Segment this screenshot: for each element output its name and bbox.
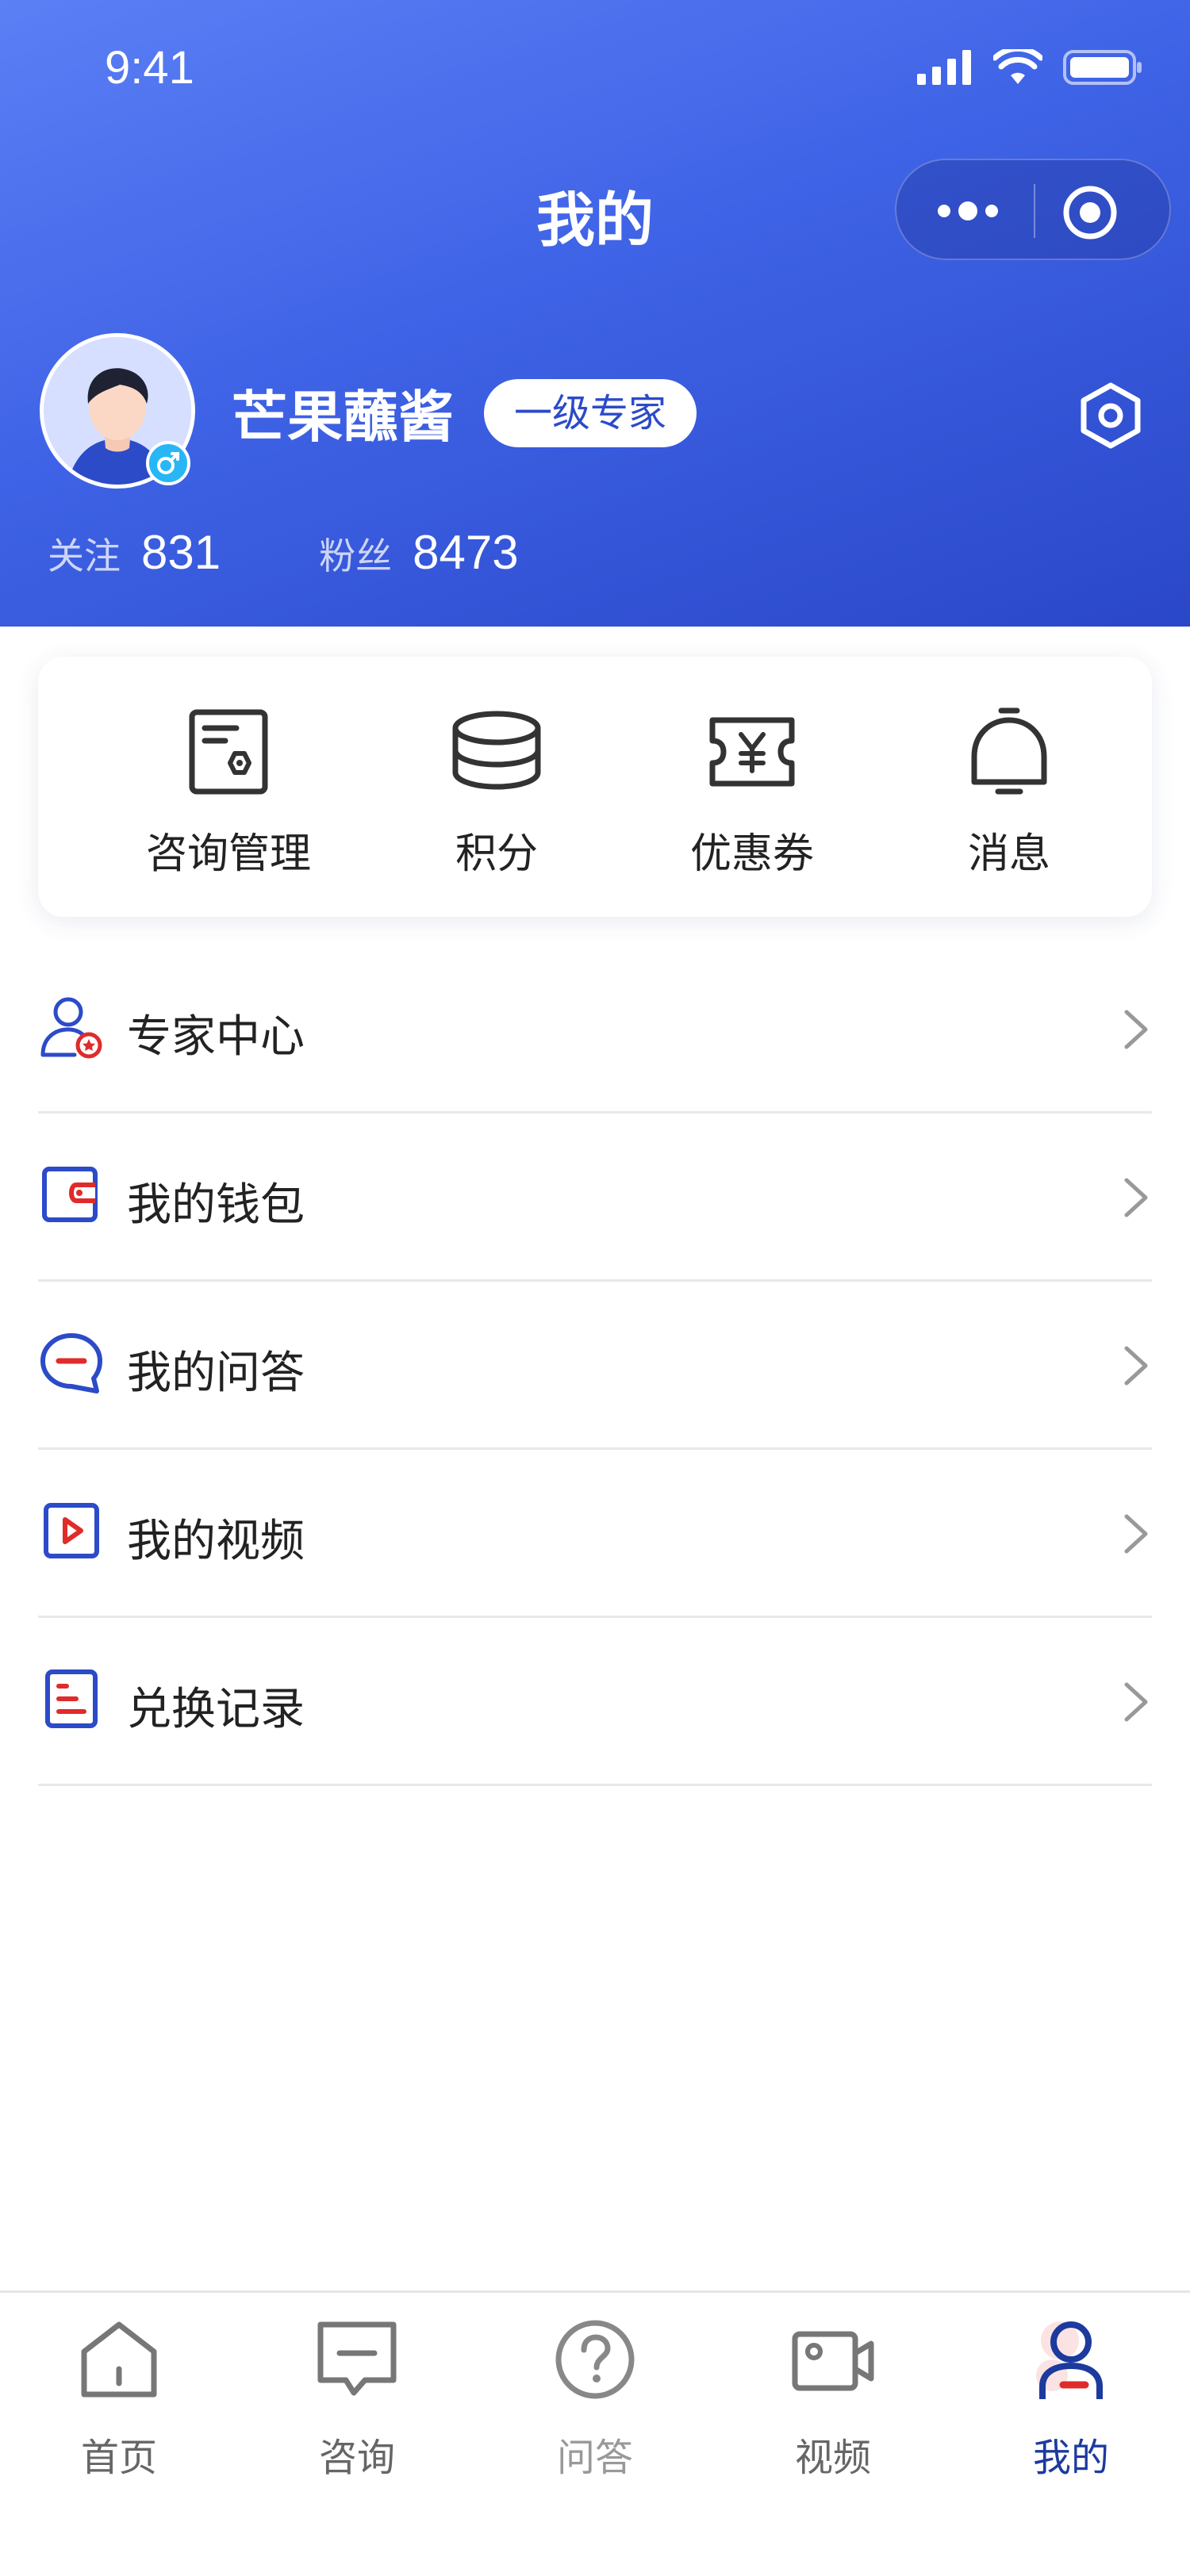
- wifi-icon: [993, 49, 1042, 84]
- followers-label[interactable]: 粉丝: [319, 527, 392, 580]
- menu-item-label: 我的视频: [127, 1516, 305, 1567]
- settings-hexagon-icon[interactable]: [1076, 381, 1146, 450]
- male-gender-icon: [146, 441, 190, 485]
- followers-count[interactable]: 8473: [413, 525, 518, 580]
- menu-item-my-qa[interactable]: 我的问答: [38, 1282, 1152, 1450]
- video-play-icon: [44, 1503, 99, 1558]
- bell-icon: [971, 707, 1047, 795]
- menu-item-exchange-records[interactable]: 兑换记录: [38, 1618, 1152, 1786]
- tab-label: 首页: [80, 2436, 157, 2480]
- quick-action-label: 消息: [967, 830, 1050, 878]
- record-list-icon: [45, 1669, 98, 1728]
- status-icons: [917, 49, 1142, 86]
- wallet-icon: [42, 1167, 98, 1222]
- question-icon: [555, 2320, 635, 2399]
- coupon-icon: [709, 717, 795, 787]
- chevron-right-icon: [1124, 1178, 1148, 1217]
- menu-item-my-videos[interactable]: 我的视频: [38, 1450, 1152, 1618]
- chevron-right-icon: [1124, 1682, 1148, 1722]
- chevron-right-icon: [1124, 1010, 1148, 1049]
- profile-header: 9:41 我的 芒果蘸酱 一级专家 关注 831 粉丝 8473: [0, 0, 1190, 627]
- tab-label: 问答: [556, 2436, 633, 2480]
- tab-home[interactable]: 首页: [0, 2293, 238, 2531]
- quick-actions-card: 咨询管理 积分 优惠券 消息: [38, 657, 1152, 917]
- tab-label: 咨询: [318, 2436, 395, 2480]
- following-label[interactable]: 关注: [48, 527, 121, 580]
- home-icon: [81, 2321, 157, 2398]
- follow-stats: 关注 831 粉丝 8473: [48, 525, 519, 580]
- close-target-icon[interactable]: [1061, 184, 1119, 241]
- points-icon: [452, 711, 541, 790]
- video-camera-icon: [792, 2331, 874, 2391]
- qa-bubble-icon: [40, 1333, 102, 1393]
- menu-item-label: 兑换记录: [127, 1684, 305, 1735]
- expert-center-icon: [40, 997, 102, 1059]
- capsule-divider: [1034, 184, 1035, 238]
- menu-list: 专家中心 我的钱包 我的问答 我的视频 兑换记录: [38, 945, 1152, 1786]
- tab-label: 我的: [1032, 2436, 1109, 2480]
- menu-item-wallet[interactable]: 我的钱包: [38, 1114, 1152, 1282]
- quick-action-messages[interactable]: 消息: [882, 657, 1136, 917]
- menu-item-label: 我的钱包: [127, 1179, 305, 1231]
- status-time: 9:41: [105, 42, 194, 94]
- chat-icon: [317, 2321, 397, 2396]
- quick-action-consult-manage[interactable]: 咨询管理: [102, 657, 355, 917]
- quick-action-label: 积分: [455, 830, 538, 878]
- tab-label: 视频: [794, 2436, 871, 2480]
- chevron-right-icon: [1124, 1346, 1148, 1386]
- quick-action-coupon[interactable]: 优惠券: [625, 657, 879, 917]
- tab-qa[interactable]: 问答: [476, 2293, 714, 2531]
- bottom-tab-bar: 首页 咨询 问答 视频 我的: [0, 2290, 1190, 2576]
- tab-video[interactable]: 视频: [714, 2293, 952, 2531]
- mini-program-capsule: [895, 159, 1171, 260]
- username: 芒果蘸酱: [232, 385, 454, 450]
- quick-action-label: 优惠券: [689, 830, 814, 878]
- battery-icon: [1063, 50, 1142, 85]
- tab-consult[interactable]: 咨询: [238, 2293, 476, 2531]
- expert-level-badge: 一级专家: [484, 379, 697, 447]
- status-bar: 9:41: [0, 0, 1190, 143]
- menu-item-expert-center[interactable]: 专家中心: [38, 945, 1152, 1114]
- user-icon: [1036, 2321, 1103, 2399]
- menu-item-label: 我的问答: [127, 1347, 305, 1399]
- consult-manage-icon: [189, 709, 268, 795]
- signal-icon: [917, 50, 971, 85]
- following-count[interactable]: 831: [141, 525, 221, 580]
- tab-mine[interactable]: 我的: [952, 2293, 1190, 2531]
- menu-item-label: 专家中心: [127, 1011, 305, 1063]
- quick-action-points[interactable]: 积分: [370, 657, 624, 917]
- more-icon[interactable]: [928, 187, 1008, 235]
- chevron-right-icon: [1124, 1514, 1148, 1554]
- quick-action-label: 咨询管理: [145, 830, 311, 878]
